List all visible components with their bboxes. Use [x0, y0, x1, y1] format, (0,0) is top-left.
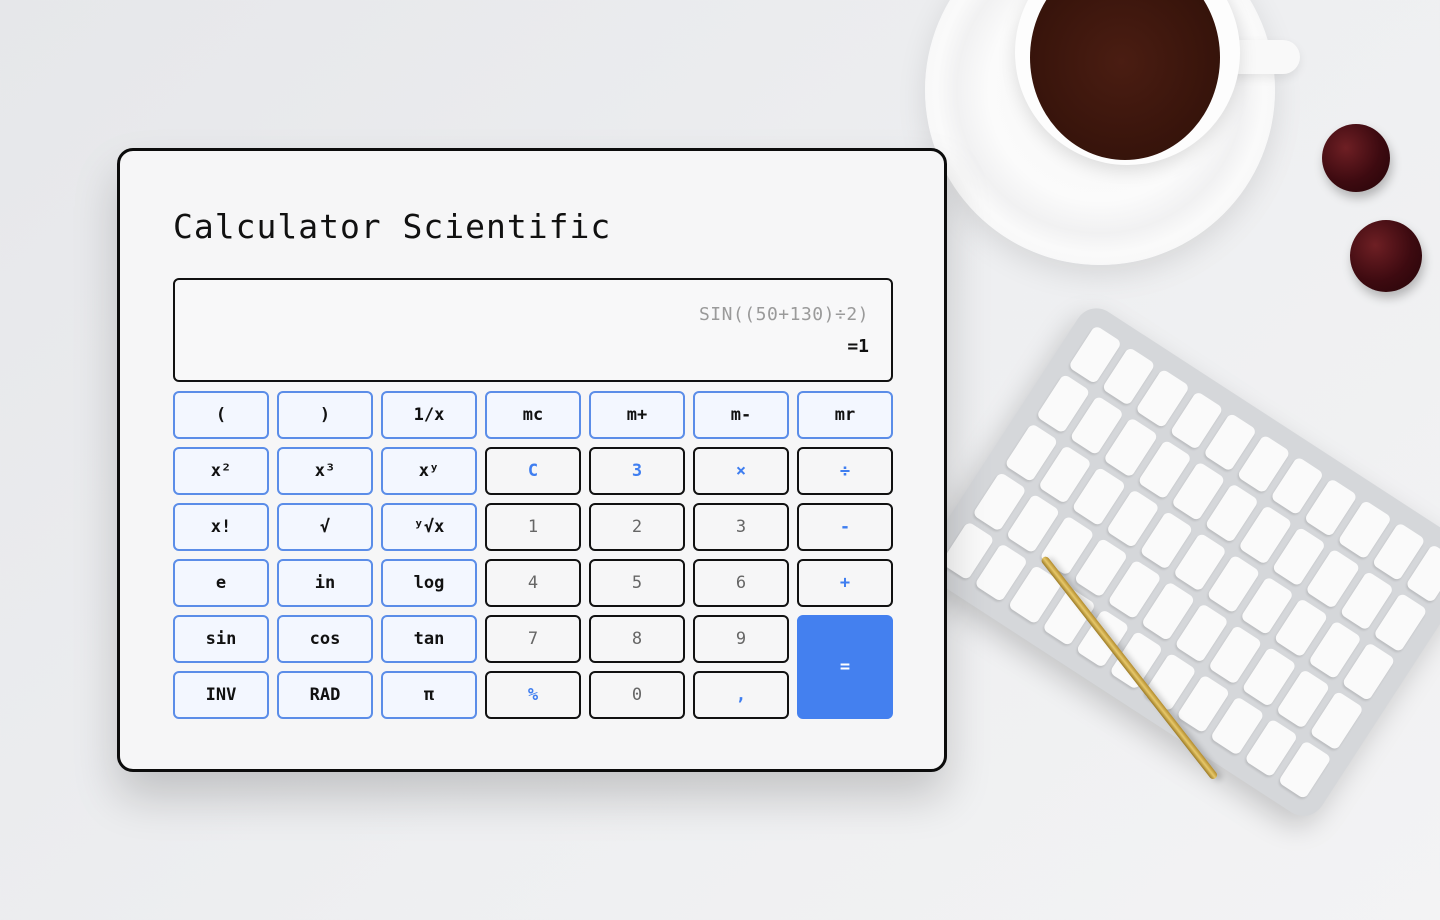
digit-6-button[interactable]: 6 [693, 559, 789, 607]
plus-button[interactable]: + [797, 559, 893, 607]
comma-button[interactable]: , [693, 671, 789, 719]
factorial-button[interactable]: x! [173, 503, 269, 551]
calculator-display: SIN((50+130)÷2) =1 [173, 278, 893, 382]
rad-button[interactable]: RAD [277, 671, 373, 719]
digit-4-button[interactable]: 4 [485, 559, 581, 607]
memory-recall-button[interactable]: mr [797, 391, 893, 439]
pi-button[interactable]: π [381, 671, 477, 719]
reciprocal-button[interactable]: 1/x [381, 391, 477, 439]
square-button[interactable]: x² [173, 447, 269, 495]
multiply-button[interactable]: × [693, 447, 789, 495]
digit-2-button[interactable]: 2 [589, 503, 685, 551]
digit-9-button[interactable]: 9 [693, 615, 789, 663]
three-accent-button[interactable]: 3 [589, 447, 685, 495]
cherry-decoration [1350, 220, 1422, 292]
digit-8-button[interactable]: 8 [589, 615, 685, 663]
tan-button[interactable]: tan [381, 615, 477, 663]
digit-5-button[interactable]: 5 [589, 559, 685, 607]
equals-button[interactable]: = [797, 615, 893, 719]
cube-button[interactable]: x³ [277, 447, 373, 495]
close-paren-button[interactable]: ) [277, 391, 373, 439]
cos-button[interactable]: cos [277, 615, 373, 663]
nth-root-button[interactable]: ʸ√x [381, 503, 477, 551]
calculator-window: Calculator Scientific SIN((50+130)÷2) =1… [117, 148, 947, 772]
memory-subtract-button[interactable]: m- [693, 391, 789, 439]
cherry-decoration [1322, 124, 1390, 192]
keyboard-decoration [915, 300, 1440, 825]
inverse-button[interactable]: INV [173, 671, 269, 719]
digit-1-button[interactable]: 1 [485, 503, 581, 551]
ln-button[interactable]: in [277, 559, 373, 607]
euler-button[interactable]: e [173, 559, 269, 607]
minus-button[interactable]: - [797, 503, 893, 551]
divide-button[interactable]: ÷ [797, 447, 893, 495]
memory-clear-button[interactable]: mc [485, 391, 581, 439]
clear-button[interactable]: C [485, 447, 581, 495]
sin-button[interactable]: sin [173, 615, 269, 663]
digit-3-button[interactable]: 3 [693, 503, 789, 551]
digit-0-button[interactable]: 0 [589, 671, 685, 719]
app-title: Calculator Scientific [173, 207, 612, 246]
expression-readout: SIN((50+130)÷2) [698, 304, 869, 325]
memory-add-button[interactable]: m+ [589, 391, 685, 439]
keypad: () 1/x mc m+ m-mr x² x³ xʸ C 3 × ÷ x! √ ʸ√x 1 2 3- e in log 4… [173, 391, 893, 719]
log-button[interactable]: log [381, 559, 477, 607]
digit-7-button[interactable]: 7 [485, 615, 581, 663]
percent-button[interactable]: % [485, 671, 581, 719]
sqrt-button[interactable]: √ [277, 503, 373, 551]
result-readout: =1 [847, 336, 869, 357]
open-paren-button[interactable]: ( [173, 391, 269, 439]
power-button[interactable]: xʸ [381, 447, 477, 495]
